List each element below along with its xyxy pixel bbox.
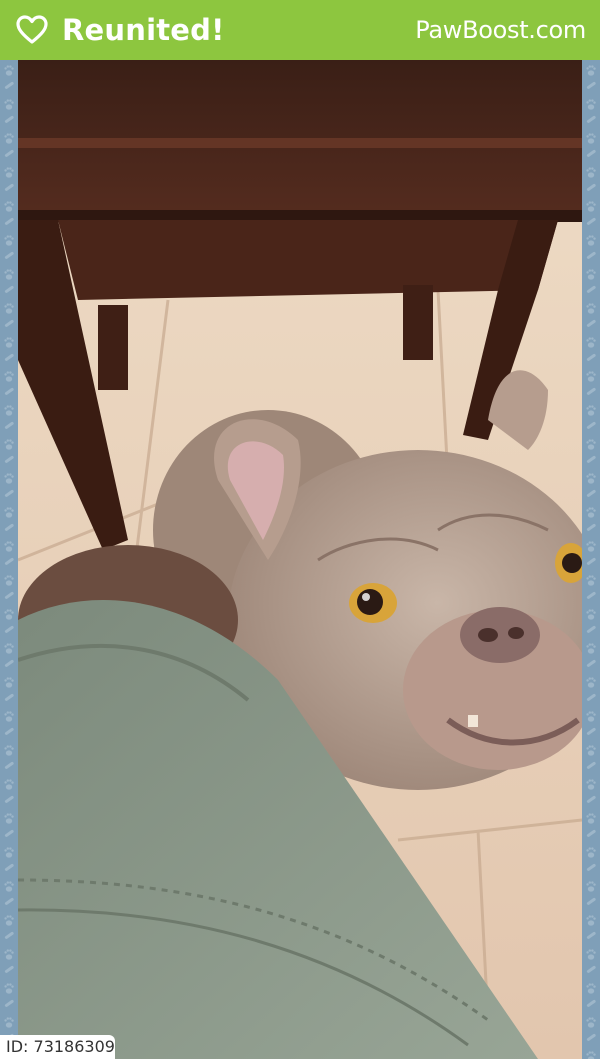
page-title: Reunited! [62,13,225,47]
heart-outline-icon [16,15,48,45]
right-paw-border [582,60,600,1059]
header-bar: Reunited! PawBoost.com [0,0,600,60]
pet-photo [18,60,582,1059]
header-left: Reunited! [16,13,225,47]
left-paw-border [0,60,18,1059]
pet-id-label: ID: 73186309 [0,1035,115,1059]
brand-logo-text[interactable]: PawBoost.com [415,16,586,44]
